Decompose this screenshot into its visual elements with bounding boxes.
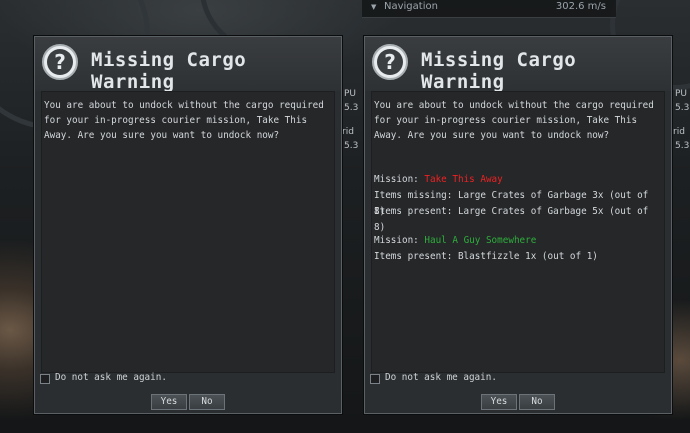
do-not-ask-label[interactable]: Do not ask me again. [55, 372, 167, 383]
items-present-line: Items present: Blastfizzle 1x (out of 1) [374, 251, 598, 262]
dialog-title: Missing Cargo Warning [91, 49, 247, 93]
do-not-ask-label[interactable]: Do not ask me again. [385, 372, 497, 383]
speed-readout: 302.6 m/s [555, 1, 606, 12]
triangle-down-icon[interactable]: ▼ [371, 3, 376, 11]
dialog-body: You are about to undock without the carg… [41, 91, 335, 373]
dialog-body: You are about to undock without the carg… [371, 91, 665, 373]
dialog-footer: Do not ask me again. Yes No [35, 371, 341, 413]
side-fragment: 5.3 [675, 103, 690, 113]
mission-name: Take This Away [424, 174, 503, 185]
dialog-title: Missing Cargo Warning [421, 49, 577, 93]
side-fragment: PU [344, 89, 357, 99]
mission-line: Mission: Take This Away [374, 172, 503, 188]
side-fragment: PU [675, 89, 688, 99]
dialog-header: ? Missing Cargo Warning [35, 37, 341, 93]
mission-line: Mission: Haul A Guy Somewhere [374, 233, 536, 249]
missing-cargo-dialog-detailed: ? Missing Cargo Warning You are about to… [364, 36, 672, 414]
mission-label: Mission: [374, 235, 419, 246]
no-button[interactable]: No [519, 394, 555, 410]
no-button[interactable]: No [189, 394, 225, 410]
side-fragment: rid [342, 127, 354, 137]
question-icon: ? [42, 44, 78, 80]
side-fragment: 5.3 [344, 103, 359, 113]
do-not-ask-checkbox[interactable] [40, 374, 50, 384]
side-fragment: 5.3 [344, 141, 359, 151]
dialog-footer: Do not ask me again. Yes No [365, 371, 671, 413]
navigation-label: Navigation [384, 1, 438, 12]
do-not-ask-checkbox[interactable] [370, 374, 380, 384]
dialog-header: ? Missing Cargo Warning [365, 37, 671, 93]
side-fragment: rid [673, 127, 685, 137]
yes-button[interactable]: Yes [151, 394, 187, 410]
dialog-message: You are about to undock without the carg… [374, 100, 654, 141]
items-present-line: Items present: Large Crates of Garbage 5… [374, 206, 649, 233]
missing-cargo-dialog: ? Missing Cargo Warning You are about to… [34, 36, 342, 414]
dialog-message: You are about to undock without the carg… [44, 100, 324, 141]
mission-label: Mission: [374, 174, 419, 185]
mission-name: Haul A Guy Somewhere [424, 235, 537, 246]
question-icon: ? [372, 44, 408, 80]
side-fragment: 5.3 [675, 141, 690, 151]
navigation-panel[interactable]: ▼ Navigation 302.6 m/s [362, 0, 616, 18]
yes-button[interactable]: Yes [481, 394, 517, 410]
